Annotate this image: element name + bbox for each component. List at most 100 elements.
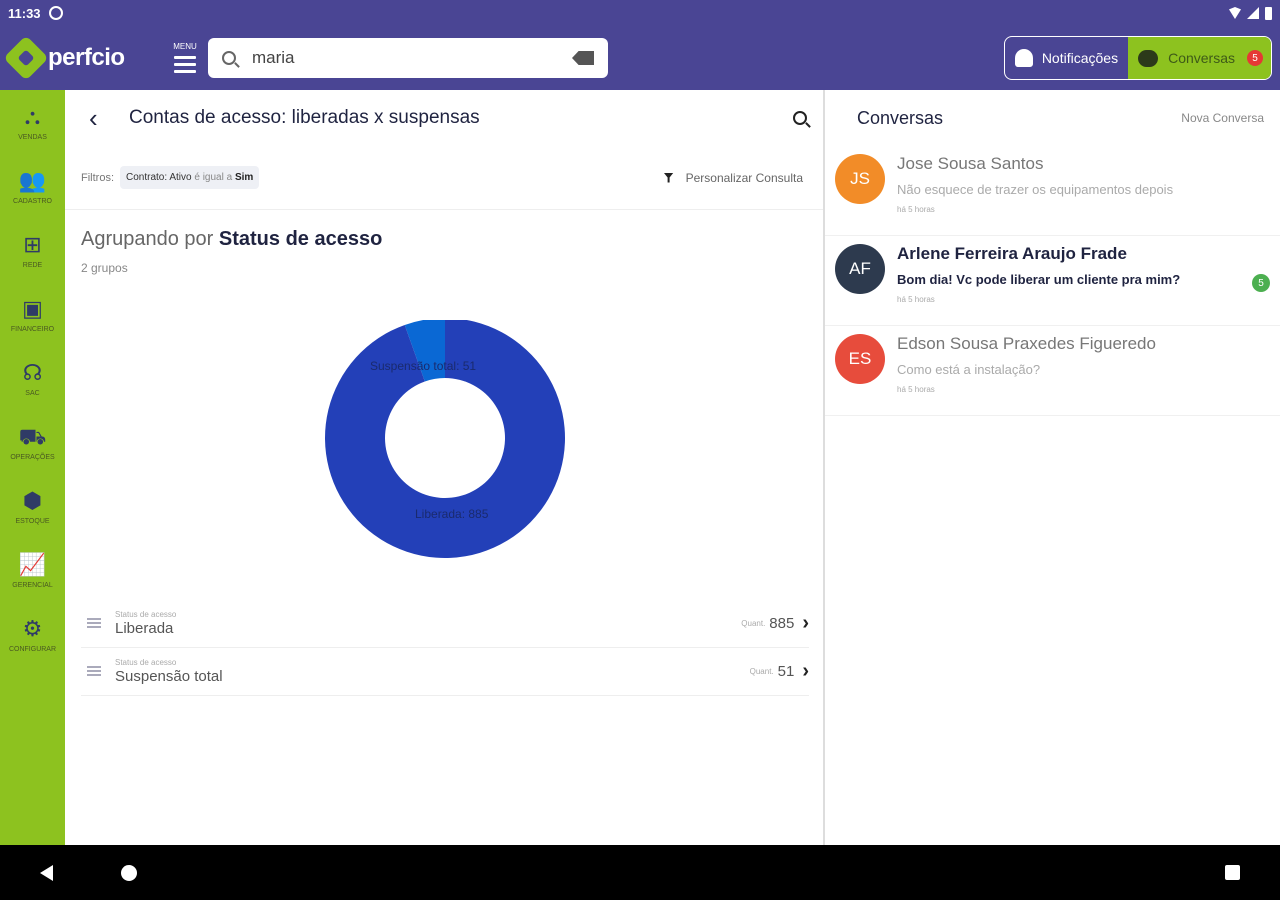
conversation-body: Edson Sousa Praxedes Figueredo Como está …	[897, 334, 1270, 407]
sidebar-item-configurar[interactable]: ⚙ CONFIGURAR	[0, 602, 65, 666]
conversation-time: há 5 horas	[897, 205, 935, 214]
row-value: Suspensão total	[115, 668, 223, 685]
back-arrow-icon[interactable]: ‹	[89, 103, 119, 134]
row-qty-value: 51	[777, 663, 795, 680]
sidebar: ⛬ VENDAS 👥 CADASTRO ⊞ REDE ▣ FINANCEIRO ☊ SAC ⛟ OPE…	[0, 90, 65, 845]
list-item[interactable]: JS Jose Sousa Santos Não esquece de trazer…	[825, 146, 1280, 236]
conversation-name: Jose Sousa Santos	[897, 154, 1044, 173]
wifi-icon	[1229, 7, 1241, 19]
sidebar-item-rede[interactable]: ⊞ REDE	[0, 218, 65, 282]
customize-query-label: Personalizar Consulta	[685, 170, 803, 185]
filter-chip-op: é igual a	[194, 172, 233, 183]
table-row[interactable]: Status de acesso Suspensão total Quant. 51 ›	[81, 648, 809, 696]
nav-home-icon[interactable]	[121, 864, 137, 881]
customize-query-button[interactable]: Personalizar Consulta	[663, 170, 803, 185]
unread-badge: 5	[1252, 274, 1270, 292]
donut-label-liberada: Liberada: 885	[415, 507, 489, 521]
top-actions: Notificações Conversas 5	[1003, 36, 1272, 80]
headset-icon: ☊	[22, 359, 43, 385]
row-qty-value: 885	[769, 615, 795, 632]
row-qty-label: Quant.	[749, 667, 774, 676]
handshake-icon: ⛬	[24, 103, 41, 129]
sidebar-item-label: VENDAS	[18, 133, 47, 141]
conversations-label: Conversas	[1168, 50, 1235, 66]
conversation-name: Edson Sousa Praxedes Figueredo	[897, 334, 1156, 353]
conversation-body: Jose Sousa Santos Não esquece de trazer o…	[897, 154, 1270, 227]
sidebar-item-label: SAC	[25, 389, 40, 397]
conversation-name: Arlene Ferreira Araujo Frade	[897, 244, 1127, 263]
sidebar-item-label: GERENCIAL	[12, 581, 53, 589]
notifications-button[interactable]: Notificações	[1005, 37, 1128, 79]
page-title: Contas de acesso: liberadas x suspensas	[129, 107, 480, 128]
donut-chart: Suspensão total: 51 Liberada: 885	[65, 320, 823, 580]
logo-icon	[3, 35, 49, 81]
conversations-badge: 5	[1247, 50, 1263, 66]
group-count: 2 grupos	[81, 261, 128, 275]
sidebar-item-label: FINANCEIRO	[10, 325, 55, 333]
app-status-icon	[48, 6, 63, 20]
sidebar-item-gerencial[interactable]: 📈 GERENCIAL	[0, 538, 65, 602]
conversations-header: Conversas Nova Conversa	[825, 90, 1280, 146]
hamburger-icon	[174, 55, 196, 59]
main-panel: ‹ Contas de acesso: liberadas x suspensa…	[65, 90, 823, 845]
sidebar-item-label: OPERAÇÕES	[10, 453, 55, 461]
conversation-message: Não esquece de trazer os equipamentos de…	[897, 182, 1174, 197]
grouping-prefix: Agrupando por	[81, 228, 214, 250]
list-icon	[87, 665, 101, 678]
row-text: Status de acesso Suspensão total	[115, 658, 223, 685]
conversations-title: Conversas	[857, 107, 944, 128]
conversation-list: JS Jose Sousa Santos Não esquece de trazer…	[825, 146, 1280, 416]
search-input[interactable]	[252, 48, 572, 68]
network-icon: ⊞	[23, 231, 42, 257]
filter-chip[interactable]: Contrato: Ativo é igual a Sim	[120, 166, 260, 189]
conversation-body: Arlene Ferreira Araujo Frade Bom dia! Vc …	[897, 244, 1252, 317]
search-box	[208, 38, 608, 78]
list-icon	[87, 617, 101, 630]
sidebar-item-cadastro[interactable]: 👥 CADASTRO	[0, 154, 65, 218]
car-icon: ⛟	[18, 423, 47, 449]
search-icon[interactable]	[793, 111, 807, 125]
sidebar-item-sac[interactable]: ☊ SAC	[0, 346, 65, 410]
status-icons	[1229, 6, 1272, 20]
list-item[interactable]: AF Arlene Ferreira Araujo Frade Bom dia! V…	[825, 236, 1280, 326]
row-quantity: Quant. 885 ›	[741, 612, 809, 635]
list-item[interactable]: ES Edson Sousa Praxedes Figueredo Como est…	[825, 326, 1280, 416]
conversations-button[interactable]: Conversas 5	[1128, 37, 1271, 79]
filter-chip-field: Contrato: Ativo	[126, 172, 192, 183]
donut-slice-liberada[interactable]	[325, 320, 565, 558]
sidebar-item-vendas[interactable]: ⛬ VENDAS	[0, 90, 65, 154]
users-icon: 👥	[18, 167, 47, 193]
row-caption: Status de acesso	[115, 658, 177, 667]
donut-chart-svg: Suspensão total: 51 Liberada: 885	[325, 320, 565, 558]
clear-search-icon[interactable]	[572, 51, 594, 65]
row-caption: Status de acesso	[115, 610, 177, 619]
row-quantity: Quant. 51 ›	[750, 660, 809, 683]
avatar: ES	[835, 334, 885, 384]
nav-back-icon[interactable]	[40, 864, 53, 881]
status-time: 11:33	[8, 5, 41, 21]
sidebar-item-estoque[interactable]: ⬢ ESTOQUE	[0, 474, 65, 538]
menu-button[interactable]: MENU	[168, 36, 202, 80]
sidebar-item-financeiro[interactable]: ▣ FINANCEIRO	[0, 282, 65, 346]
group-list: Status de acesso Liberada Quant. 885 › Status…	[81, 600, 809, 696]
sidebar-item-operações[interactable]: ⛟ OPERAÇÕES	[0, 410, 65, 474]
donut-label-suspensão-total: Suspensão total: 51	[370, 359, 476, 373]
sidebar-item-label: ESTOQUE	[15, 517, 50, 525]
grouping-header: Agrupando por Status de acesso 2 grupos	[65, 210, 823, 275]
filters-label: Filtros:	[81, 171, 114, 184]
filter-bar: Filtros: Contrato: Ativo é igual a Sim P…	[65, 146, 823, 210]
menu-label: MENU	[173, 41, 197, 51]
money-icon: ▣	[22, 295, 43, 321]
new-conversation-button[interactable]: Nova Conversa	[1181, 111, 1264, 125]
table-row[interactable]: Status de acesso Liberada Quant. 885 ›	[81, 600, 809, 648]
system-nav-bar	[0, 845, 1280, 900]
conversation-time: há 5 horas	[897, 385, 935, 394]
logo[interactable]: perfcio	[3, 35, 150, 81]
nav-recents-icon[interactable]	[1225, 865, 1240, 880]
status-bar: 11:33	[0, 0, 1280, 26]
row-qty-label: Quant.	[741, 619, 766, 628]
bell-icon	[1014, 49, 1033, 67]
conversation-time: há 5 horas	[897, 295, 935, 304]
sidebar-item-label: REDE	[22, 261, 43, 269]
notifications-label: Notificações	[1041, 50, 1119, 66]
